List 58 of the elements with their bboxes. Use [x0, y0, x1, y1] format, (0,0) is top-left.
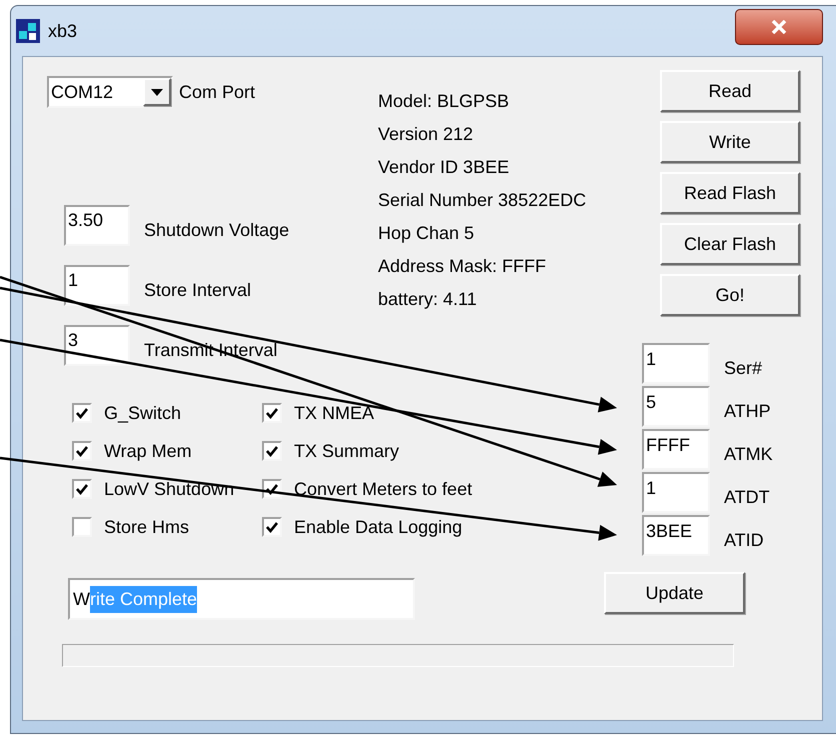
at-field-label: Ser# [724, 357, 762, 380]
at-field[interactable]: 3BEE [642, 515, 710, 556]
info-text: Vendor ID 3BEE [378, 156, 510, 179]
checkmark-icon [266, 408, 278, 418]
checkbox[interactable] [262, 517, 282, 537]
checkmark-icon [76, 446, 88, 456]
checkbox-label: Store Hms [104, 516, 190, 538]
setting-field[interactable]: 3 [64, 325, 130, 366]
checkmark-icon [266, 522, 278, 532]
info-text: battery: 4.11 [378, 288, 478, 311]
at-field-label: ATHP [724, 400, 771, 423]
update-button[interactable]: Update [604, 572, 745, 614]
checkmark-icon [266, 484, 278, 494]
window-title: xb3 [48, 20, 78, 42]
action-button[interactable]: Read [660, 70, 800, 112]
checkmark-icon [266, 446, 278, 456]
checkbox-label: G_Switch [104, 402, 182, 424]
checkbox[interactable] [72, 403, 92, 423]
checkbox-label: TX Summary [294, 440, 400, 462]
checkbox[interactable] [262, 403, 282, 423]
com-port-label: Com Port [179, 80, 256, 104]
info-text: Serial Number 38522EDC [378, 189, 586, 212]
setting-field[interactable]: 3.50 [64, 205, 130, 246]
close-button[interactable] [735, 9, 823, 45]
setting-label: Transmit Interval [144, 339, 278, 362]
checkbox-label: Enable Data Logging [294, 516, 462, 538]
at-field[interactable]: 5 [642, 386, 710, 427]
checkbox[interactable] [72, 517, 92, 537]
setting-field[interactable]: 1 [64, 265, 130, 306]
setting-label: Store Interval [144, 279, 252, 302]
action-button[interactable]: Read Flash [660, 172, 800, 214]
checkbox[interactable] [72, 441, 92, 461]
at-field[interactable]: FFFF [642, 429, 710, 470]
checkmark-icon [76, 484, 88, 494]
com-port-dropdown[interactable]: COM12 [47, 76, 173, 108]
close-icon [771, 20, 787, 34]
info-text: Version 212 [378, 123, 474, 146]
action-button[interactable]: Write [660, 121, 800, 163]
at-field-label: ATMK [724, 443, 773, 466]
at-field-label: ATID [724, 529, 764, 552]
at-field[interactable]: 1 [642, 343, 710, 384]
app-icon [16, 19, 40, 43]
checkbox-label: TX NMEA [294, 402, 374, 424]
action-button[interactable]: Go! [660, 274, 800, 316]
action-button[interactable]: Clear Flash [660, 223, 800, 265]
checkbox[interactable] [262, 441, 282, 461]
info-text: Hop Chan 5 [378, 222, 476, 245]
checkmark-icon [76, 408, 88, 418]
dropdown-arrow-icon [151, 88, 163, 96]
at-field[interactable]: 1 [642, 472, 710, 513]
info-text: Model: BLGPSB [378, 90, 510, 113]
checkbox-label: Convert Meters to feet [294, 478, 472, 500]
setting-label: Shutdown Voltage [144, 219, 290, 242]
status-field[interactable]: Write Complete [68, 578, 415, 620]
info-text: Address Mask: FFFF [378, 255, 548, 278]
checkbox-label: Wrap Mem [104, 440, 192, 462]
checkbox[interactable] [72, 479, 92, 499]
at-field-label: ATDT [724, 486, 770, 509]
